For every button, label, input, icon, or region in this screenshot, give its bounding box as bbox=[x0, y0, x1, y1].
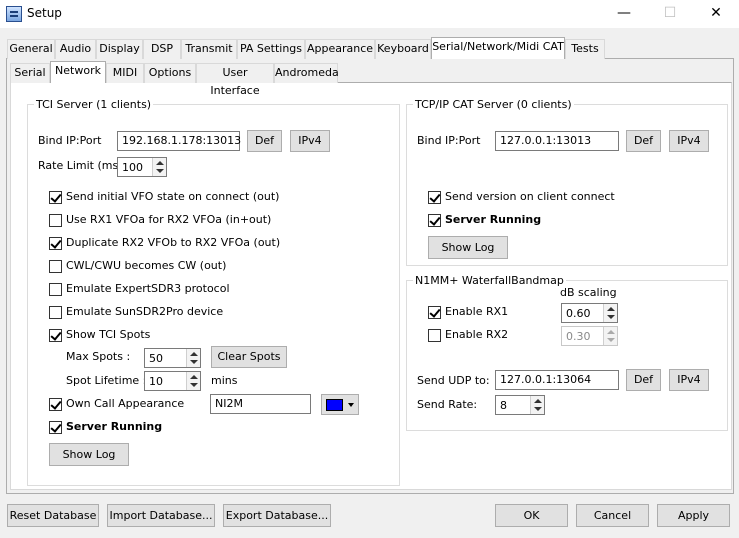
udp-ipv4-button[interactable]: IPv4 bbox=[669, 369, 709, 391]
enable-rx2-checkbox[interactable] bbox=[428, 329, 441, 342]
cat-bind-label: Bind IP:Port bbox=[417, 134, 481, 147]
enable-rx1-checkbox[interactable] bbox=[428, 306, 441, 319]
enable-rx2-label: Enable RX2 bbox=[445, 328, 509, 341]
main-tab-strip: General Audio Display DSP Transmit PA Se… bbox=[7, 37, 735, 59]
own-call-appearance-checkbox[interactable] bbox=[49, 398, 62, 411]
ok-button[interactable]: OK bbox=[495, 504, 568, 527]
tab-appearance[interactable]: Appearance bbox=[305, 39, 375, 59]
send-rate-label: Send Rate: bbox=[417, 398, 478, 411]
tci-bind-label: Bind IP:Port bbox=[38, 134, 102, 147]
send-initial-vfo-label: Send initial VFO state on connect (out) bbox=[66, 190, 280, 203]
duplicate-rx2-vfob-label: Duplicate RX2 VFOb to RX2 VFOa (out) bbox=[66, 236, 281, 249]
tab-serial[interactable]: Serial bbox=[10, 63, 50, 83]
tci-ipv4-button[interactable]: IPv4 bbox=[290, 130, 330, 152]
import-database-button[interactable]: Import Database... bbox=[107, 504, 215, 527]
use-rx1-vfoa-checkbox[interactable] bbox=[49, 214, 62, 227]
tab-pa-settings[interactable]: PA Settings bbox=[237, 39, 305, 59]
rate-limit-label: Rate Limit (ms) bbox=[38, 159, 123, 172]
title-bar: Setup — ☐ ✕ bbox=[0, 0, 739, 28]
window-title: Setup bbox=[27, 6, 62, 20]
clear-spots-button[interactable]: Clear Spots bbox=[211, 346, 287, 368]
tab-transmit[interactable]: Transmit bbox=[181, 39, 237, 59]
tab-andromeda[interactable]: Andromeda bbox=[274, 63, 339, 83]
spot-lifetime-unit: mins bbox=[211, 374, 238, 387]
tab-dsp[interactable]: DSP bbox=[143, 39, 181, 59]
tci-server-title: TCI Server (1 clients) bbox=[34, 98, 154, 111]
own-call-input[interactable]: NI2M bbox=[210, 394, 311, 414]
udp-def-button[interactable]: Def bbox=[626, 369, 661, 391]
own-call-appearance-label: Own Call Appearance bbox=[66, 397, 185, 410]
reset-database-button[interactable]: Reset Database bbox=[7, 504, 99, 527]
emulate-sunsdr2pro-label: Emulate SunSDR2Pro device bbox=[66, 305, 224, 318]
emulate-expertsdr3-checkbox[interactable] bbox=[49, 283, 62, 296]
send-initial-vfo-checkbox[interactable] bbox=[49, 191, 62, 204]
cwl-cwu-checkbox[interactable] bbox=[49, 260, 62, 273]
cwl-cwu-label: CWL/CWU becomes CW (out) bbox=[66, 259, 227, 272]
send-version-label: Send version on client connect bbox=[445, 190, 615, 203]
rx2-db-spinner[interactable]: 0.30 bbox=[561, 326, 618, 346]
tab-display[interactable]: Display bbox=[96, 39, 143, 59]
send-udp-input[interactable]: 127.0.0.1:13064 bbox=[495, 370, 619, 390]
cat-ipv4-button[interactable]: IPv4 bbox=[669, 130, 709, 152]
n1mm-title: N1MM+ WaterfallBandmap bbox=[413, 274, 566, 287]
emulate-sunsdr2pro-checkbox[interactable] bbox=[49, 306, 62, 319]
app-icon bbox=[6, 6, 22, 22]
send-rate-spinner[interactable]: 8 bbox=[495, 395, 545, 415]
tab-user-interface[interactable]: User Interface bbox=[196, 63, 274, 97]
cat-def-button[interactable]: Def bbox=[626, 130, 661, 152]
export-database-button[interactable]: Export Database... bbox=[223, 504, 331, 527]
tci-server-running-checkbox[interactable] bbox=[49, 421, 62, 434]
cat-server-running-label: Server Running bbox=[445, 213, 542, 226]
use-rx1-vfoa-label: Use RX1 VFOa for RX2 VFOa (in+out) bbox=[66, 213, 272, 226]
maximize-button[interactable]: ☐ bbox=[647, 0, 693, 28]
db-scaling-label: dB scaling bbox=[560, 286, 617, 299]
cancel-button[interactable]: Cancel bbox=[576, 504, 649, 527]
tab-network[interactable]: Network bbox=[50, 61, 106, 83]
cat-server-running-checkbox[interactable] bbox=[428, 214, 441, 227]
rate-limit-spinner[interactable]: 100 bbox=[117, 157, 167, 177]
max-spots-spinner[interactable]: 50 bbox=[144, 348, 201, 368]
enable-rx1-label: Enable RX1 bbox=[445, 305, 509, 318]
max-spots-label: Max Spots : bbox=[66, 350, 131, 363]
send-udp-label: Send UDP to: bbox=[417, 374, 490, 387]
chevron-down-icon bbox=[348, 403, 354, 410]
tcp-cat-server-title: TCP/IP CAT Server (0 clients) bbox=[413, 98, 574, 111]
tab-audio[interactable]: Audio bbox=[55, 39, 96, 59]
close-button[interactable]: ✕ bbox=[693, 0, 739, 28]
send-version-checkbox[interactable] bbox=[428, 191, 441, 204]
tab-midi[interactable]: MIDI bbox=[106, 63, 144, 83]
own-call-color-picker[interactable] bbox=[321, 394, 359, 415]
tab-options[interactable]: Options bbox=[144, 63, 196, 83]
duplicate-rx2-vfob-checkbox[interactable] bbox=[49, 237, 62, 250]
emulate-expertsdr3-label: Emulate ExpertSDR3 protocol bbox=[66, 282, 230, 295]
show-tci-spots-label: Show TCI Spots bbox=[66, 328, 151, 341]
color-swatch bbox=[326, 399, 343, 411]
tci-show-log-button[interactable]: Show Log bbox=[49, 443, 129, 466]
tab-tests[interactable]: Tests bbox=[565, 39, 605, 59]
tci-bind-input[interactable]: 192.168.1.178:13013 bbox=[117, 131, 241, 151]
tab-serial-network-midi-cat[interactable]: Serial/Network/Midi CAT bbox=[431, 37, 565, 59]
tab-keyboard[interactable]: Keyboard bbox=[375, 39, 431, 59]
rx1-db-spinner[interactable]: 0.60 bbox=[561, 303, 618, 323]
tci-def-button[interactable]: Def bbox=[247, 130, 282, 152]
tab-general[interactable]: General bbox=[7, 39, 55, 59]
minimize-button[interactable]: — bbox=[601, 0, 647, 28]
spot-lifetime-label: Spot Lifetime : bbox=[66, 374, 147, 387]
cat-bind-input[interactable]: 127.0.0.1:13013 bbox=[495, 131, 619, 151]
apply-button[interactable]: Apply bbox=[657, 504, 730, 527]
tci-server-running-label: Server Running bbox=[66, 420, 163, 433]
sub-tab-strip: Serial Network MIDI Options User Interfa… bbox=[10, 61, 735, 97]
spot-lifetime-spinner[interactable]: 10 bbox=[144, 371, 201, 391]
show-tci-spots-checkbox[interactable] bbox=[49, 329, 62, 342]
cat-show-log-button[interactable]: Show Log bbox=[428, 236, 508, 259]
